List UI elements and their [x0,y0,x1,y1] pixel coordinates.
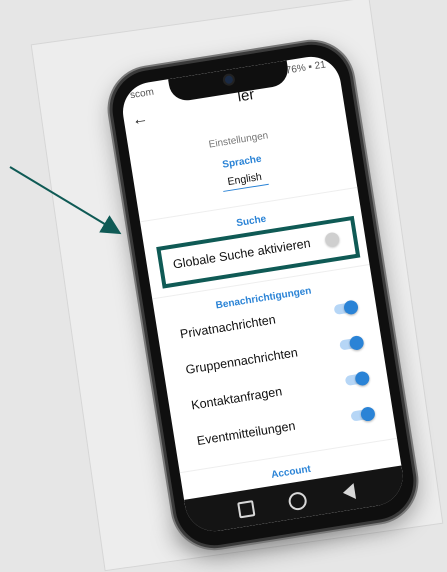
arrow-line [9,166,122,235]
annotation-arrow [9,166,122,235]
screenshot-canvas: scom 76% ▪ 21 ← ler Einstellungen Sprach… [0,0,447,572]
